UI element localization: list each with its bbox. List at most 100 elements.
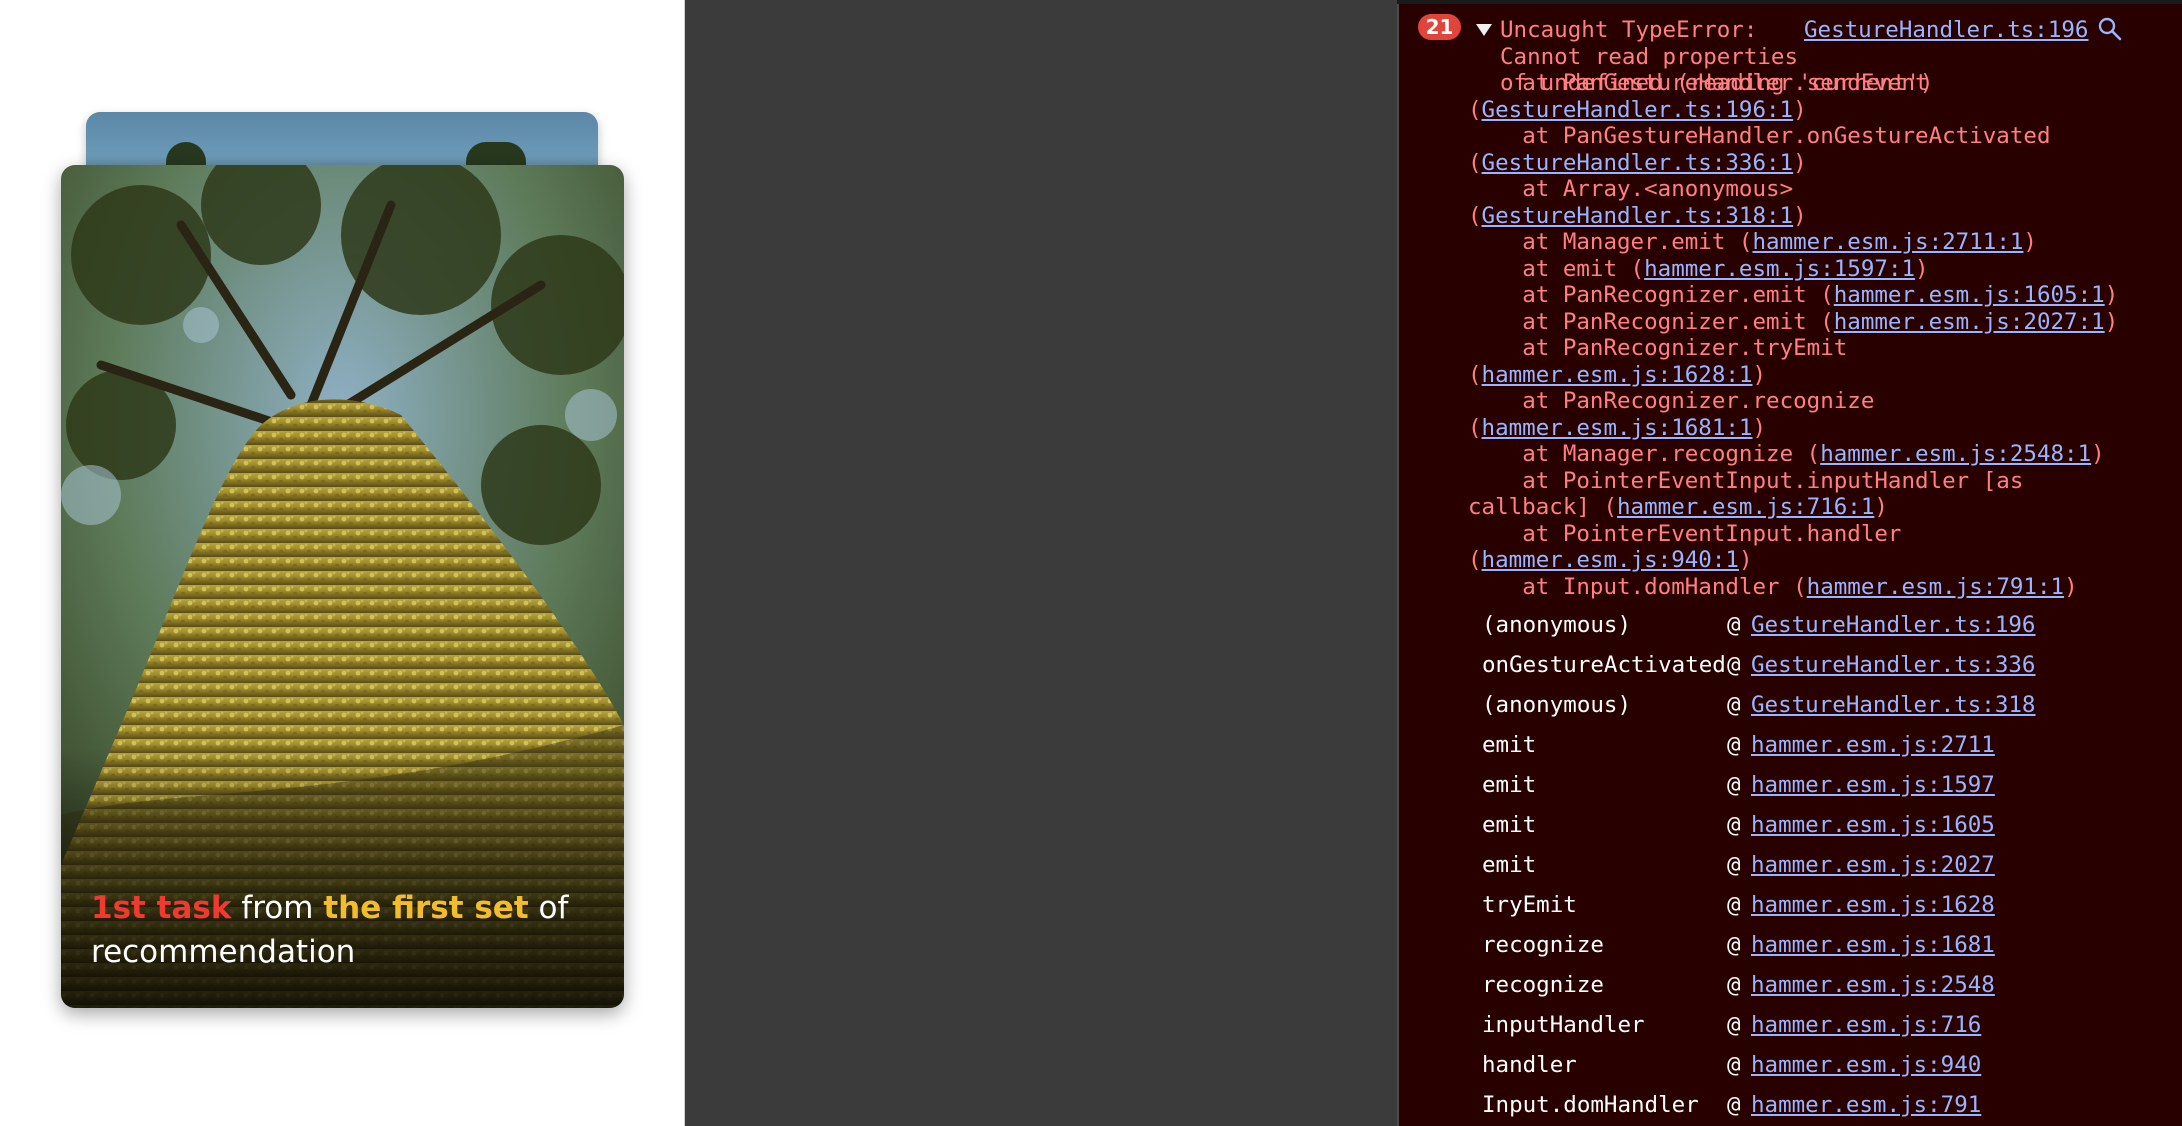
- stack-source-link[interactable]: hammer.esm.js:1605: [1751, 812, 1995, 839]
- call-stack-list: (anonymous) @ GestureHandler.ts:196 onGestu…: [1482, 605, 2132, 1125]
- trace-frame-close: ): [2104, 282, 2119, 308]
- trace-frame-close: ): [1738, 547, 1753, 573]
- stack-at-symbol: @: [1727, 1051, 1741, 1078]
- stack-function-name: onGestureActivated: [1482, 651, 1726, 678]
- stack-function-name: Input.domHandler: [1482, 1091, 1699, 1118]
- stack-at-symbol: @: [1727, 811, 1741, 838]
- stack-source-link[interactable]: hammer.esm.js:791: [1751, 1092, 1981, 1119]
- search-icon[interactable]: [2097, 16, 2123, 42]
- trace-source-link[interactable]: hammer.esm.js:2027:1: [1834, 309, 2105, 335]
- stack-function-name: emit: [1482, 851, 1537, 878]
- stack-source-link[interactable]: hammer.esm.js:1628: [1751, 892, 1995, 919]
- trace-frame-close: ): [2023, 229, 2037, 255]
- stack-source-link[interactable]: GestureHandler.ts:196: [1751, 612, 2035, 639]
- stack-at-symbol: @: [1727, 971, 1741, 998]
- caption-task: 1st task: [91, 890, 232, 926]
- trace-source-link[interactable]: hammer.esm.js:716:1: [1617, 494, 1874, 520]
- trace-frame-close: ): [2091, 441, 2105, 467]
- stack-at-symbol: @: [1727, 1011, 1741, 1038]
- stack-function-name: handler: [1482, 1051, 1577, 1078]
- trace-line: at Array.<anonymous> (GestureHandler.ts:…: [1468, 176, 2133, 229]
- stack-source-link[interactable]: hammer.esm.js:2027: [1751, 852, 1995, 879]
- trace-source-link[interactable]: GestureHandler.ts:196:1: [1482, 97, 1794, 123]
- stack-source-link[interactable]: hammer.esm.js:2711: [1751, 732, 1995, 759]
- stack-at-symbol: @: [1727, 931, 1741, 958]
- stack-at-symbol: @: [1727, 891, 1741, 918]
- stack-at-symbol: @: [1727, 1091, 1741, 1118]
- call-stack-row: handler @ hammer.esm.js:940: [1482, 1045, 2132, 1085]
- trace-frame-close: ): [2064, 573, 2078, 600]
- trace-frame-close: ): [1752, 361, 1767, 388]
- trace-source-link[interactable]: GestureHandler.ts:336:1: [1482, 150, 1794, 176]
- stack-function-name: (anonymous): [1482, 611, 1632, 638]
- trace-frame-text: at emit (: [1468, 255, 1645, 282]
- trace-frame-close: ): [1874, 494, 1888, 520]
- trace-line: at Input.domHandler (hammer.esm.js:791:1…: [1468, 574, 2133, 601]
- stack-trace-text: at PanGestureHandler.sendEvent (GestureH…: [1468, 70, 2133, 600]
- stack-source-link[interactable]: hammer.esm.js:716: [1751, 1012, 1981, 1039]
- recommendation-card[interactable]: 1st task from the first set of recommend…: [61, 165, 624, 1008]
- trace-line: at emit (hammer.esm.js:1597:1): [1468, 256, 2133, 283]
- trace-source-link[interactable]: hammer.esm.js:1628:1: [1482, 362, 1753, 388]
- stack-source-link[interactable]: hammer.esm.js:940: [1751, 1052, 1981, 1079]
- call-stack-row: Input.domHandler @ hammer.esm.js:791: [1482, 1085, 2132, 1125]
- stack-source-link[interactable]: hammer.esm.js:1597: [1751, 772, 1995, 799]
- stack-at-symbol: @: [1727, 851, 1741, 878]
- trace-source-link[interactable]: hammer.esm.js:1681:1: [1482, 415, 1753, 441]
- app-preview-pane: 1st task from the first set of recommend…: [0, 0, 684, 1126]
- console-top-strip: [1397, 0, 2182, 4]
- call-stack-row: emit @ hammer.esm.js:1597: [1482, 765, 2132, 805]
- call-stack-row: onGestureActivated @ GestureHandler.ts:336: [1482, 645, 2132, 685]
- trace-line: at PointerEventInput.handler (hammer.esm…: [1468, 521, 2133, 574]
- call-stack-row: emit @ hammer.esm.js:2711: [1482, 725, 2132, 765]
- error-source-link[interactable]: GestureHandler.ts:196: [1804, 17, 2088, 44]
- stack-at-symbol: @: [1727, 731, 1741, 758]
- trace-line: at PanGestureHandler.onGestureActivated …: [1468, 123, 2133, 176]
- stack-function-name: recognize: [1482, 971, 1604, 998]
- trace-source-link[interactable]: GestureHandler.ts:318:1: [1482, 203, 1794, 229]
- stack-at-symbol: @: [1727, 611, 1741, 638]
- trace-line: at PanRecognizer.emit (hammer.esm.js:202…: [1468, 309, 2133, 336]
- call-stack-row: recognize @ hammer.esm.js:1681: [1482, 925, 2132, 965]
- trace-line: at PanRecognizer.recognize (hammer.esm.j…: [1468, 388, 2133, 441]
- trace-source-link[interactable]: hammer.esm.js:791:1: [1807, 574, 2064, 600]
- call-stack-row: (anonymous) @ GestureHandler.ts:318: [1482, 685, 2132, 725]
- stack-source-link[interactable]: hammer.esm.js:1681: [1751, 932, 1995, 959]
- stack-source-link[interactable]: GestureHandler.ts:318: [1751, 692, 2035, 719]
- call-stack-row: emit @ hammer.esm.js:2027: [1482, 845, 2132, 885]
- trace-line: at PanGestureHandler.sendEvent (GestureH…: [1468, 70, 2133, 123]
- stack-function-name: recognize: [1482, 931, 1604, 958]
- stack-function-name: emit: [1482, 771, 1537, 798]
- trace-source-link[interactable]: hammer.esm.js:940:1: [1482, 547, 1739, 573]
- trace-source-link[interactable]: hammer.esm.js:1597:1: [1644, 256, 1915, 282]
- caption-set: the first set: [323, 890, 529, 926]
- trace-source-link[interactable]: hammer.esm.js:2548:1: [1820, 441, 2091, 467]
- trace-line: at Manager.recognize (hammer.esm.js:2548…: [1468, 441, 2133, 468]
- trace-frame-close: ): [1793, 149, 1807, 176]
- trace-source-link[interactable]: hammer.esm.js:1605:1: [1834, 282, 2105, 308]
- stack-source-link[interactable]: hammer.esm.js:2548: [1751, 972, 1995, 999]
- trace-frame-close: ): [1915, 255, 1929, 282]
- trace-frame-text: at PanRecognizer.emit (: [1468, 282, 1834, 308]
- call-stack-row: inputHandler @ hammer.esm.js:716: [1482, 1005, 2132, 1045]
- stack-function-name: inputHandler: [1482, 1011, 1645, 1038]
- trace-frame-text: at Manager.recognize (: [1468, 441, 1821, 467]
- call-stack-row: tryEmit @ hammer.esm.js:1628: [1482, 885, 2132, 925]
- stack-source-link[interactable]: GestureHandler.ts:336: [1751, 652, 2035, 679]
- trace-frame-close: ): [1793, 202, 1807, 229]
- trace-frame-close: ): [1793, 96, 1807, 123]
- trace-source-link[interactable]: hammer.esm.js:2711:1: [1752, 229, 2023, 255]
- trace-frame-text: at PanRecognizer.emit (: [1468, 308, 1834, 335]
- trace-frame-text: at Manager.emit (: [1468, 229, 1753, 255]
- stack-function-name: emit: [1482, 811, 1537, 838]
- error-count-badge: 21: [1418, 14, 1461, 40]
- call-stack-row: (anonymous) @ GestureHandler.ts:196: [1482, 605, 2132, 645]
- collapse-triangle-icon[interactable]: [1476, 24, 1492, 36]
- trace-line: at Manager.emit (hammer.esm.js:2711:1): [1468, 229, 2133, 256]
- call-stack-row: recognize @ hammer.esm.js:2548: [1482, 965, 2132, 1005]
- stack-function-name: tryEmit: [1482, 891, 1577, 918]
- stack-at-symbol: @: [1727, 691, 1741, 718]
- trace-frame-close: ): [1752, 414, 1767, 441]
- stack-at-symbol: @: [1727, 651, 1741, 678]
- empty-panel: [684, 0, 1398, 1126]
